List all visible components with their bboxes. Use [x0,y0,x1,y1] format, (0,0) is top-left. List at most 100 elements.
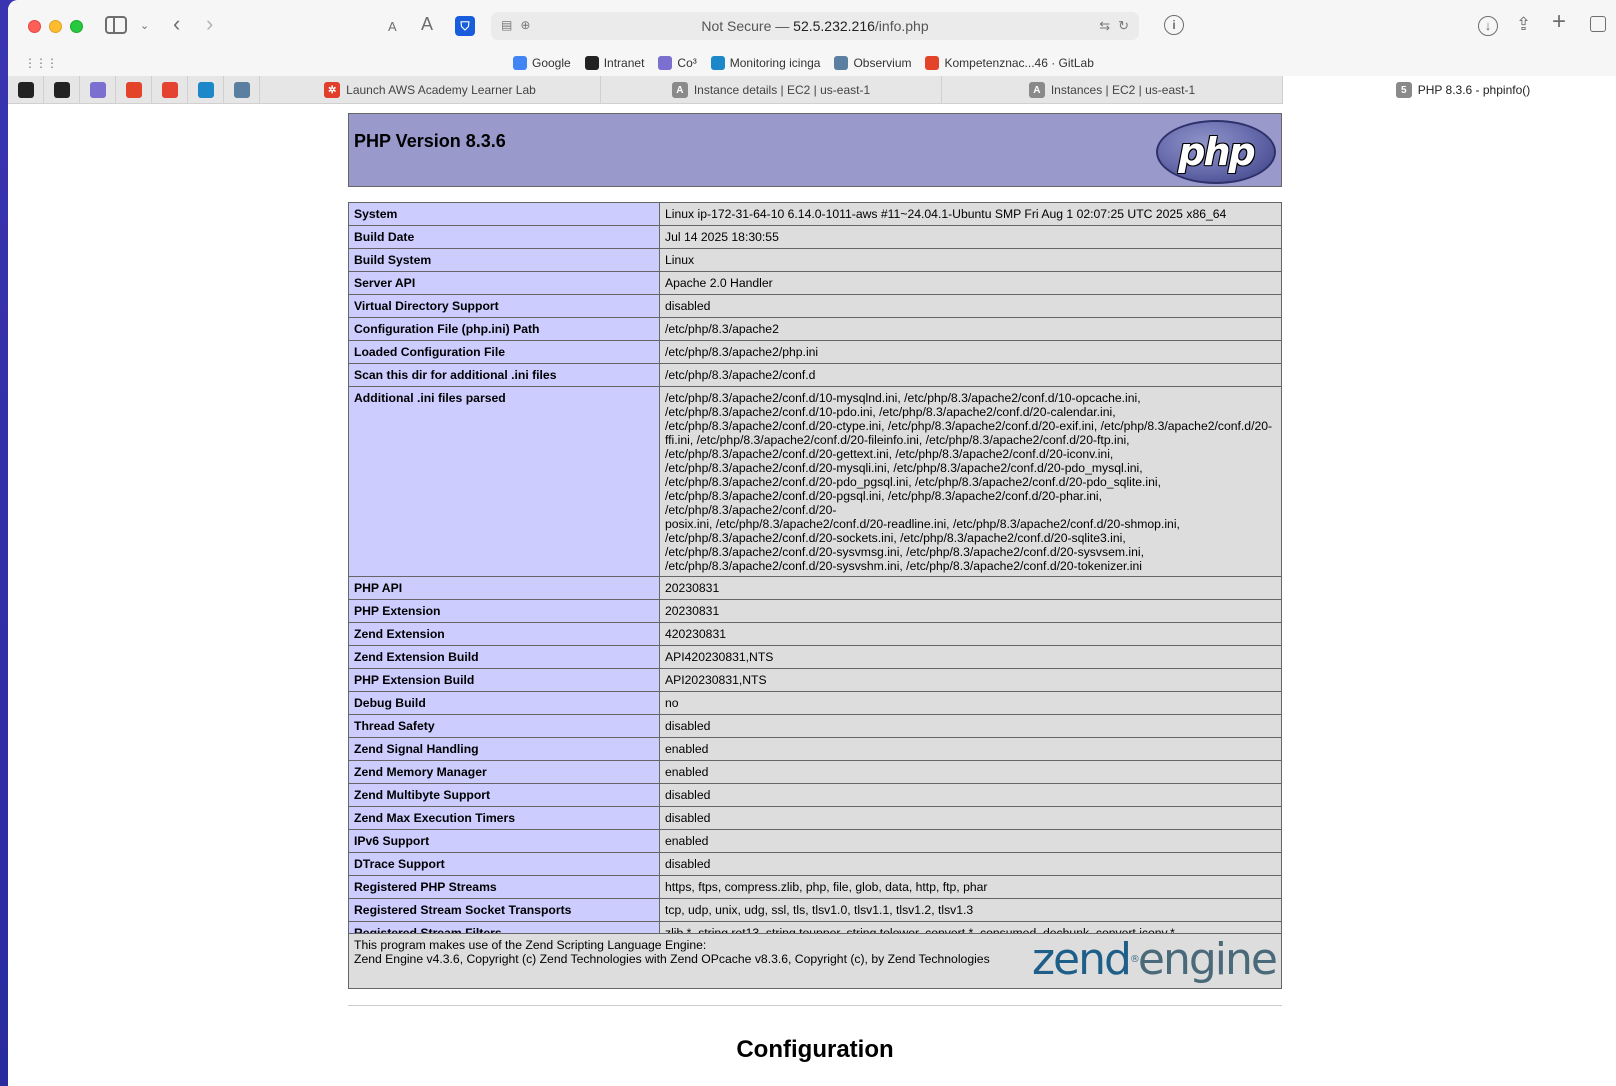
ini-file-line: /etc/php/8.3/apache2/conf.d/20-sockets.i… [665,531,1126,545]
row-key: Additional .ini files parsed [348,386,660,577]
row-value: API420230831,NTS [659,645,1282,669]
table-row: Zend Signal Handling enabled [348,737,1282,761]
reload-icon[interactable]: ↻ [1118,18,1129,34]
address-bar[interactable]: ▤ ⊕ Not Secure — 52.5.232.216/info.php ⇆… [491,12,1139,40]
favorites-list: Google Intranet Co³ Monitoring icinga Observ… [513,56,1094,70]
ini-file-line: /etc/php/8.3/apache2/conf.d/20-ctype.ini… [665,419,1273,433]
favorite-label: Co³ [677,56,697,70]
table-row: Configuration File (php.ini) Path/etc/ph… [348,317,1282,341]
ini-file-line: /etc/php/8.3/apache2/conf.d/20-sysvmsg.i… [665,545,1144,559]
page-content: PHP Version 8.3.6 php System Linux ip-172… [8,104,1616,1086]
row-key: DTrace Support [348,852,660,876]
favorite-item[interactable]: Co³ [658,56,697,70]
zend-line-2: Zend Engine v4.3.6, Copyright (c) Zend T… [354,952,990,966]
row-value: Linux [659,248,1282,272]
table-row: Zend Max Execution Timers disabled [348,806,1282,830]
tab-label: Instances | EC2 | us-east-1 [1050,83,1196,97]
row-key: PHP Extension Build [348,668,660,692]
row-key: System [348,202,660,226]
favorite-item[interactable]: Google [513,56,571,70]
favorite-item[interactable]: Kompetenznac...46 · GitLab [925,56,1094,70]
registered-mark: ® [1129,954,1140,965]
back-button[interactable]: ‹ [173,13,180,35]
table-row: DTrace Support disabled [348,852,1282,876]
table-row: Loaded Configuration File/etc/php/8.3/ap… [348,340,1282,364]
page-menu-icons[interactable]: ▤ ⊕ [501,18,530,32]
browser-tab[interactable]: ✲ Launch AWS Academy Learner Lab [260,76,601,104]
pinned-tab[interactable] [8,76,44,104]
pinned-tab[interactable] [116,76,152,104]
new-tab-button[interactable]: + [1552,10,1566,34]
row-value: disabled [659,852,1282,876]
chevron-down-icon[interactable]: ⌄ [140,16,149,36]
icinga-icon [710,56,725,70]
decrease-font-button[interactable]: A [388,17,397,37]
close-window-button[interactable] [28,20,41,33]
ini-file-line: ffi.ini, /etc/php/8.3/apache2/conf.d/20-… [665,433,1130,447]
window-controls [28,20,83,33]
sidebar-toggle-icon[interactable] [105,16,127,34]
row-value: no [659,691,1282,715]
tab-label: PHP 8.3.6 - phpinfo() [1417,83,1531,97]
row-value: 20230831 [659,599,1282,623]
favorite-item[interactable]: Monitoring icinga [710,56,820,70]
row-value: Linux ip-172-31-64-10 6.14.0-1011-aws #1… [659,202,1282,226]
pinned-tab[interactable] [188,76,224,104]
ini-file-line: /etc/php/8.3/apache2/conf.d/10-pdo.ini, … [665,405,1116,419]
tab-group-icon[interactable]: ⊕ [520,18,530,32]
pinned-tab[interactable] [44,76,80,104]
browser-tab[interactable]: 5 PHP 8.3.6 - phpinfo() [1283,76,1616,104]
browser-tab[interactable]: A Instance details | EC2 | us-east-1 [601,76,942,104]
row-key: Zend Signal Handling [348,737,660,761]
favorite-item[interactable]: Observium [834,56,911,70]
php-logo[interactable]: php [1156,120,1276,184]
increase-font-button[interactable]: A [421,14,433,34]
table-row: Scan this dir for additional .ini files /… [348,363,1282,387]
row-key: Virtual Directory Support [348,294,660,318]
pinned-tab[interactable] [80,76,116,104]
php-version-header: PHP Version 8.3.6 php [348,113,1282,187]
row-value: 420230831 [659,622,1282,646]
php-logo-text: php [1178,130,1255,174]
row-value: /etc/php/8.3/apache2/php.ini [659,340,1282,364]
info-icon[interactable]: i [1164,15,1184,35]
zend-engine-logo[interactable]: zend®engine [1032,936,1278,984]
table-row: Server API Apache 2.0 Handler [348,271,1282,295]
page-menu-icon[interactable]: ▤ [501,18,512,32]
table-row: Zend Extension Build API420230831,NTS [348,645,1282,669]
browser-toolbar: ⌄ ‹ › A A ⛉ ▤ ⊕ Not Secure — 52.5.232.21… [8,0,1616,52]
tab-overview-icon[interactable] [1590,16,1606,32]
browser-tab[interactable]: A Instances | EC2 | us-east-1 [942,76,1283,104]
zoom-window-button[interactable] [70,20,83,33]
downloads-icon[interactable]: ↓ [1478,16,1498,36]
row-value: enabled [659,760,1282,784]
row-key: Build Date [348,225,660,249]
url-text[interactable]: Not Secure — 52.5.232.216/info.php [701,18,928,34]
row-value: /etc/php/8.3/apache2 [659,317,1282,341]
bitwarden-extension-icon[interactable]: ⛉ [455,16,475,36]
html5-icon: 5 [1395,82,1412,98]
favorite-label: Intranet [603,56,645,70]
forward-button[interactable]: › [206,13,213,35]
favorites-bar: ⋮⋮⋮ Google Intranet Co³ Monitoring icinga Ob… [8,52,1616,76]
share-icon[interactable]: ⇪ [1516,14,1531,34]
tab-label: Instance details | EC2 | us-east-1 [693,83,871,97]
google-icon [513,56,527,70]
co3-icon [658,56,673,70]
row-key: Zend Max Execution Timers [348,806,660,830]
row-key: Configuration File (php.ini) Path [348,317,660,341]
gitlab-icon [125,82,142,98]
row-key: Thread Safety [348,714,660,738]
translate-icon[interactable]: ⇆ [1099,18,1110,34]
favorite-label: Kompetenznac...46 · GitLab [944,56,1094,70]
favorite-item[interactable]: Intranet [584,56,645,70]
row-value: disabled [659,783,1282,807]
row-key: Loaded Configuration File [348,340,660,364]
table-row: IPv6 Support enabled [348,829,1282,853]
apps-grid-icon[interactable]: ⋮⋮⋮ [24,56,58,70]
minimize-window-button[interactable] [49,20,62,33]
pinned-tab[interactable] [152,76,188,104]
pinned-tab[interactable] [224,76,260,104]
table-row: System Linux ip-172-31-64-10 6.14.0-1011-… [348,202,1282,226]
row-value: /etc/php/8.3/apache2/conf.d/10-mysqlnd.i… [659,386,1282,577]
